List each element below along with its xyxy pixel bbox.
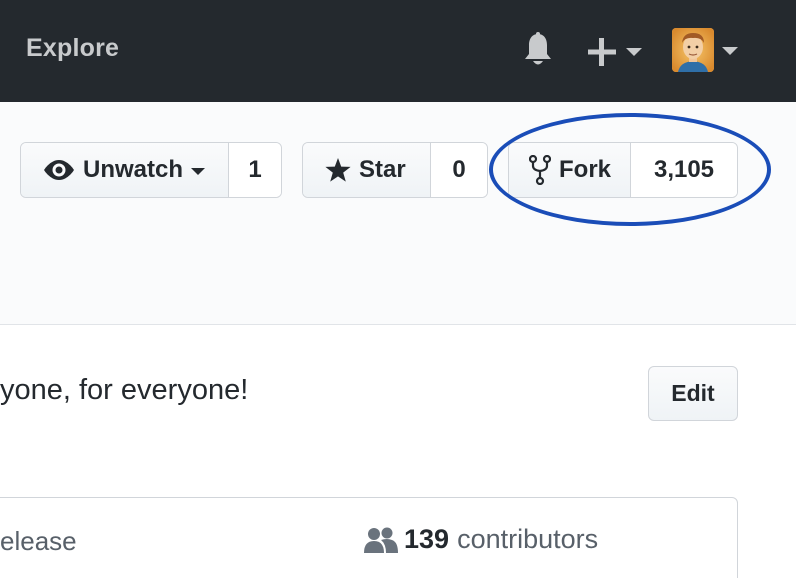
chevron-down-icon <box>626 48 642 56</box>
contributors-count: 139 <box>404 524 450 554</box>
plus-icon <box>588 38 616 66</box>
global-header: Explore <box>0 0 796 102</box>
avatar <box>672 28 714 72</box>
unwatch-button[interactable]: Unwatch <box>21 143 229 197</box>
eye-icon <box>44 160 74 180</box>
contributors-link[interactable]: 139 contributors <box>364 524 598 555</box>
chevron-down-icon <box>722 47 738 55</box>
watch-button-group: Unwatch 1 <box>20 142 282 198</box>
people-icon <box>364 527 398 553</box>
repo-header <box>0 102 796 325</box>
contributors-label: contributors <box>457 524 599 554</box>
bell-icon[interactable] <box>522 32 554 68</box>
releases-link[interactable]: elease <box>0 526 77 557</box>
star-button-group: Star 0 <box>302 142 488 198</box>
chevron-down-icon <box>191 167 206 175</box>
star-button[interactable]: Star <box>303 143 431 197</box>
unwatch-label: Unwatch <box>83 156 184 183</box>
fork-button-group: Fork 3,105 <box>508 142 738 198</box>
star-icon <box>325 157 351 182</box>
watchers-count[interactable]: 1 <box>229 143 281 197</box>
fork-icon <box>529 155 551 185</box>
star-label: Star <box>359 156 406 183</box>
create-new-menu[interactable] <box>588 36 648 68</box>
forks-count[interactable]: 3,105 <box>631 143 737 197</box>
edit-button[interactable]: Edit <box>648 366 738 421</box>
repo-description: yone, for everyone! <box>0 374 249 406</box>
explore-link[interactable]: Explore <box>26 34 119 63</box>
fork-button[interactable]: Fork <box>509 143 631 197</box>
fork-label: Fork <box>559 156 612 183</box>
stargazers-count[interactable]: 0 <box>431 143 487 197</box>
user-menu[interactable] <box>672 28 742 74</box>
